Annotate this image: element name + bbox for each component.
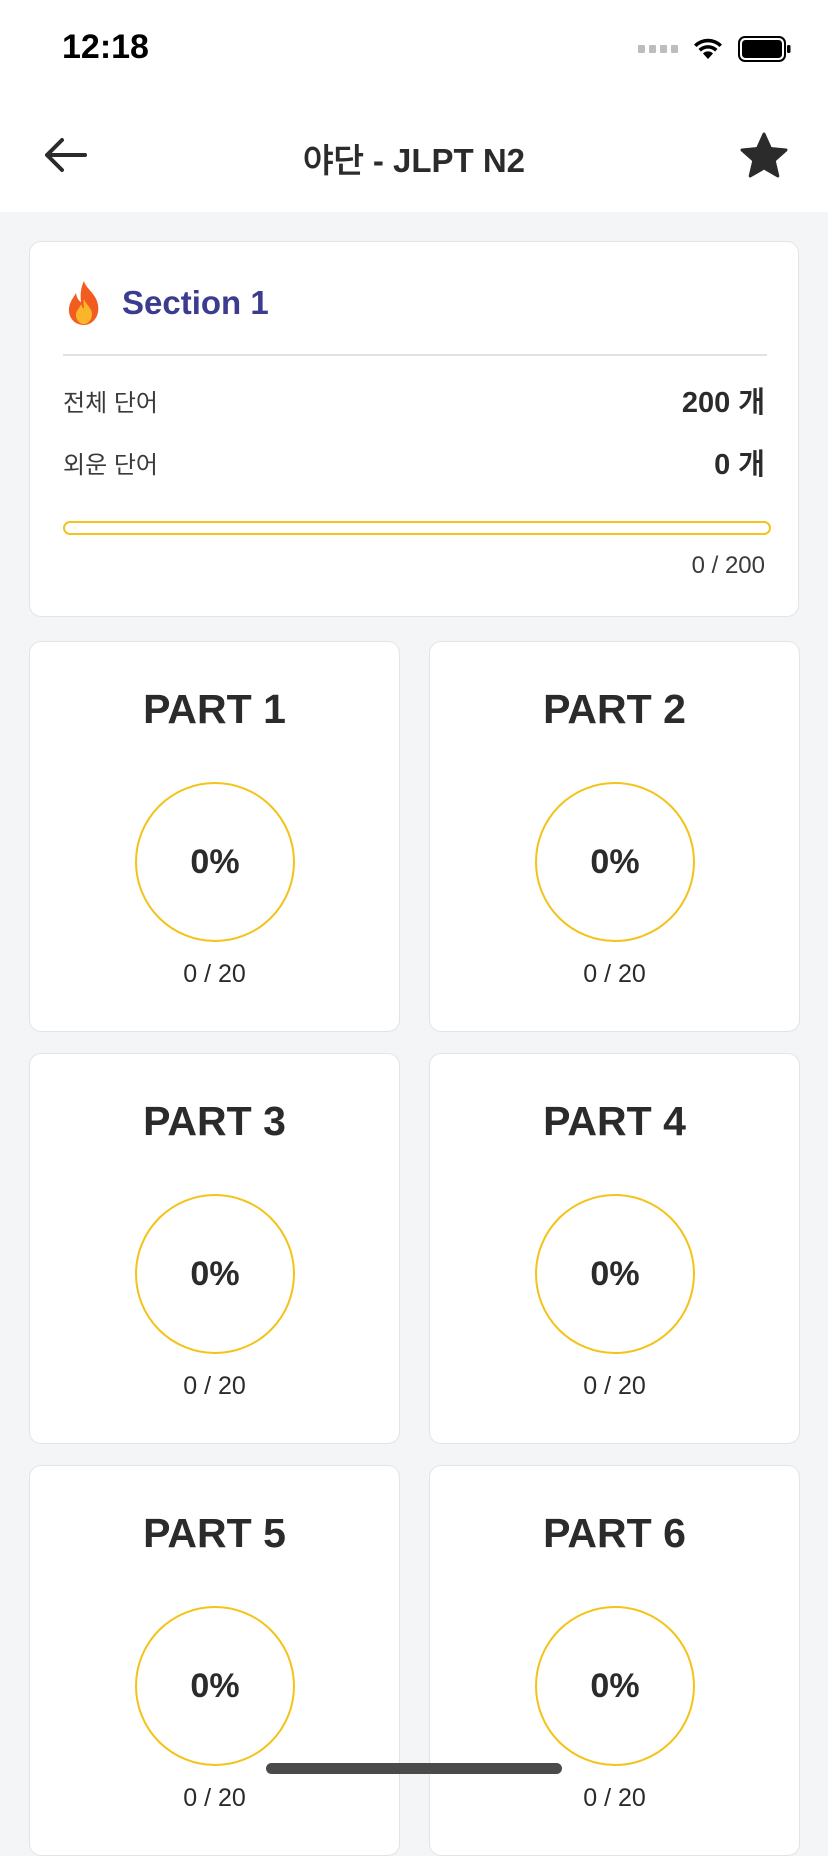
wifi-icon: [694, 38, 722, 59]
fire-icon: [68, 281, 99, 325]
part-count: 0 / 20: [583, 1784, 646, 1812]
learned-words-label: 외운 단어: [63, 451, 158, 479]
section-summary-card: Section 1 전체 단어 200 개 외운 단어 0 개 0 / 200: [29, 241, 799, 617]
learned-words-row: 외운 단어 0 개: [63, 442, 765, 482]
part-card-6[interactable]: PART 6 0% 0 / 20: [429, 1465, 800, 1856]
part-count: 0 / 20: [583, 1372, 646, 1400]
favorite-button[interactable]: [736, 128, 792, 184]
part-percent: 0%: [590, 1254, 640, 1293]
part-title: PART 3: [143, 1098, 286, 1144]
section-progress-text: 0 / 200: [691, 552, 765, 579]
status-icons: [638, 36, 792, 62]
total-words-label: 전체 단어: [63, 389, 158, 417]
part-percent: 0%: [590, 1666, 640, 1705]
part-progress-ring: 0%: [135, 782, 295, 942]
part-title: PART 4: [543, 1098, 686, 1144]
section-header: Section 1: [64, 278, 269, 328]
part-card-4[interactable]: PART 4 0% 0 / 20: [429, 1053, 800, 1444]
part-card-3[interactable]: PART 3 0% 0 / 20: [29, 1053, 400, 1444]
status-bar: 12:18: [0, 0, 828, 100]
part-title: PART 6: [543, 1510, 686, 1556]
total-words-row: 전체 단어 200 개: [63, 380, 765, 420]
page-title: 야단 - JLPT N2: [302, 142, 526, 179]
battery-icon: [738, 36, 791, 62]
part-percent: 0%: [190, 1666, 240, 1705]
learned-words-value: 0 개: [714, 449, 765, 481]
part-title: PART 2: [543, 686, 686, 732]
part-progress-ring: 0%: [135, 1194, 295, 1354]
part-progress-ring: 0%: [135, 1606, 295, 1766]
home-indicator[interactable]: [266, 1763, 562, 1774]
section-title: Section 1: [122, 284, 269, 321]
part-title: PART 1: [143, 686, 286, 732]
part-progress-ring: 0%: [535, 782, 695, 942]
part-card-2[interactable]: PART 2 0% 0 / 20: [429, 641, 800, 1032]
part-card-1[interactable]: PART 1 0% 0 / 20: [29, 641, 400, 1032]
part-count: 0 / 20: [183, 960, 246, 988]
part-percent: 0%: [190, 1254, 240, 1293]
part-percent: 0%: [190, 842, 240, 881]
part-percent: 0%: [590, 842, 640, 881]
part-count: 0 / 20: [183, 1784, 246, 1812]
section-progress-bar: [63, 521, 771, 535]
nav-bar: 야단 - JLPT N2: [0, 100, 828, 212]
total-words-value: 200 개: [681, 387, 765, 419]
part-title: PART 5: [143, 1510, 286, 1556]
part-count: 0 / 20: [583, 960, 646, 988]
part-progress-ring: 0%: [535, 1606, 695, 1766]
part-progress-ring: 0%: [535, 1194, 695, 1354]
part-card-5[interactable]: PART 5 0% 0 / 20: [29, 1465, 400, 1856]
status-time: 12:18: [62, 28, 149, 66]
part-count: 0 / 20: [183, 1372, 246, 1400]
section-divider: [63, 354, 767, 356]
cellular-signal-icon: [638, 45, 678, 53]
star-icon: [740, 132, 788, 178]
